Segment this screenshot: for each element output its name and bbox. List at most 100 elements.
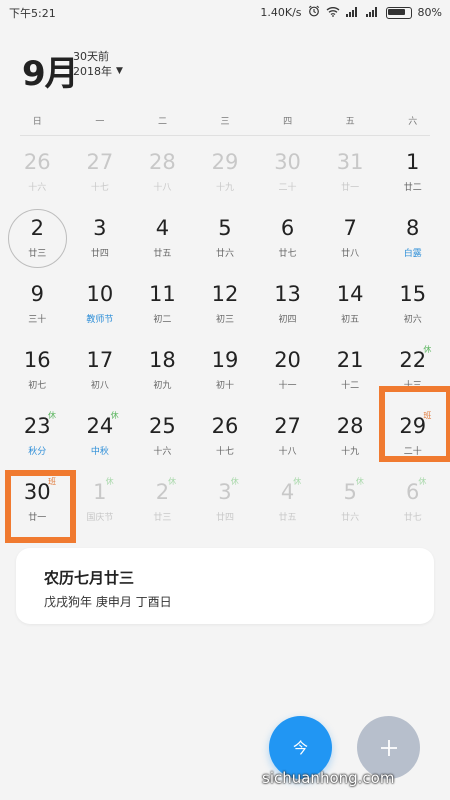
- day-number: 2: [155, 480, 170, 504]
- battery-level: 80%: [417, 6, 442, 19]
- day-detail-card[interactable]: 农历七月廿三 戊戌狗年 庚申月 丁酉日: [16, 548, 434, 624]
- day-cell[interactable]: 24 中秋 休: [69, 406, 132, 472]
- holiday-badge: 休: [293, 477, 302, 486]
- day-cell[interactable]: 29 二十 班: [379, 386, 450, 472]
- day-cell[interactable]: 18 初九: [131, 340, 194, 406]
- lunar-label: 初七: [28, 381, 47, 391]
- day-number: 29: [211, 150, 239, 174]
- year-label: 2018年: [73, 65, 112, 78]
- lunar-label: 十二: [341, 381, 360, 391]
- day-cell[interactable]: 23 秋分 休: [6, 406, 69, 472]
- holiday-badge: 休: [423, 345, 432, 354]
- day-cell[interactable]: 3 廿四 休: [194, 472, 257, 538]
- day-number: 19: [211, 348, 239, 372]
- day-cell[interactable]: 11 初二: [131, 274, 194, 340]
- lunar-label: 二十: [278, 183, 297, 193]
- lunar-label: 廿七: [403, 513, 422, 523]
- day-cell[interactable]: 19 初十: [194, 340, 257, 406]
- day-cell[interactable]: 20 十一: [256, 340, 319, 406]
- signal-icon: [365, 6, 380, 20]
- day-cell[interactable]: 15 初六: [381, 274, 444, 340]
- day-number: 29: [399, 414, 427, 438]
- day-cell[interactable]: 13 初四: [256, 274, 319, 340]
- day-cell[interactable]: 3 廿四: [69, 208, 132, 274]
- day-number: 28: [149, 150, 176, 174]
- day-cell[interactable]: 2 廿三 休: [131, 472, 194, 538]
- day-cell[interactable]: 31 廿一: [319, 142, 382, 208]
- day-number: 17: [86, 348, 114, 372]
- day-cell[interactable]: 10 教师节: [69, 274, 132, 340]
- day-number: 2: [30, 216, 44, 240]
- day-cell[interactable]: 29 十九: [194, 142, 257, 208]
- day-cell[interactable]: 27 十七: [69, 142, 132, 208]
- day-cell[interactable]: 12 初三: [194, 274, 257, 340]
- holiday-badge: 休: [105, 477, 114, 486]
- lunar-label: 初十: [215, 381, 234, 391]
- day-number: 25: [149, 414, 176, 438]
- status-bar: 下午5:21 1.40K/s 80%: [0, 0, 450, 24]
- day-number: 27: [86, 150, 114, 174]
- weekday-label: 二: [157, 117, 167, 127]
- weekday-label: 一: [95, 117, 105, 127]
- day-cell[interactable]: 25 十六: [131, 406, 194, 472]
- day-cell[interactable]: 9 三十: [6, 274, 69, 340]
- day-number: 11: [149, 282, 176, 306]
- day-cell[interactable]: 2 廿三: [6, 208, 69, 274]
- day-cell[interactable]: 5 廿六 休: [319, 472, 382, 538]
- lunar-label: 十七: [90, 183, 109, 193]
- lunar-label: 十八: [153, 183, 172, 193]
- day-cell[interactable]: 28 十八: [131, 142, 194, 208]
- today-button-label: 今: [292, 739, 308, 757]
- day-cell[interactable]: 26 十七: [194, 406, 257, 472]
- day-number: 26: [23, 150, 51, 174]
- weekday-label: 三: [220, 117, 230, 127]
- day-number: 12: [211, 282, 239, 306]
- day-cell[interactable]: 5 廿六: [194, 208, 257, 274]
- day-cell[interactable]: 21 十二: [319, 340, 382, 406]
- holiday-badge: 休: [418, 477, 427, 486]
- ganzhi-date: 戊戌狗年 庚申月 丁酉日: [44, 595, 172, 609]
- day-number: 18: [149, 348, 176, 372]
- day-cell[interactable]: 16 初七: [6, 340, 69, 406]
- day-cell[interactable]: 30 廿一 班: [5, 470, 76, 543]
- day-cell[interactable]: 7 廿八: [319, 208, 382, 274]
- day-cell[interactable]: 14 初五: [319, 274, 382, 340]
- plus-icon: [380, 739, 397, 756]
- day-cell[interactable]: 17 初八: [69, 340, 132, 406]
- lunar-label: 十七: [215, 447, 234, 457]
- lunar-label: 廿三: [153, 513, 172, 523]
- lunar-label: 廿五: [278, 513, 297, 523]
- day-number: 5: [218, 216, 232, 240]
- lunar-label: 廿七: [278, 249, 297, 259]
- weekday-label: 日: [32, 117, 42, 127]
- day-number: 3: [218, 480, 232, 504]
- workday-badge: 班: [48, 477, 56, 486]
- year-selector[interactable]: 2018年 ▼: [73, 64, 123, 79]
- lunar-label: 十一: [278, 381, 297, 391]
- holiday-badge: 休: [110, 411, 119, 420]
- alarm-icon: [308, 5, 320, 20]
- day-number: 10: [86, 282, 114, 306]
- day-cell[interactable]: 1 廿二: [381, 142, 444, 208]
- day-number: 1: [93, 480, 107, 504]
- day-cell[interactable]: 8 白露: [381, 208, 444, 274]
- day-cell[interactable]: 4 廿五: [131, 208, 194, 274]
- lunar-label: 廿四: [215, 513, 234, 523]
- day-cell[interactable]: 30 二十: [256, 142, 319, 208]
- day-cell[interactable]: 27 十八: [256, 406, 319, 472]
- day-cell[interactable]: 26 十六: [6, 142, 69, 208]
- day-number: 22: [399, 348, 427, 372]
- day-cell[interactable]: 28 十九: [319, 406, 382, 472]
- lunar-label: 十九: [215, 183, 234, 193]
- network-speed: 1.40K/s: [260, 6, 302, 19]
- month-subinfo[interactable]: 30天前 2018年 ▼: [73, 49, 123, 79]
- day-cell[interactable]: 4 廿五 休: [256, 472, 319, 538]
- lunar-label: 廿八: [341, 249, 360, 259]
- day-cell[interactable]: 1 国庆节 休: [69, 472, 132, 538]
- lunar-label: 初四: [278, 315, 297, 325]
- day-cell[interactable]: 6 廿七 休: [381, 472, 444, 538]
- lunar-label: 廿二: [403, 183, 422, 193]
- lunar-label: 初六: [403, 315, 422, 325]
- lunar-label: 十六: [153, 447, 172, 457]
- day-cell[interactable]: 6 廿七: [256, 208, 319, 274]
